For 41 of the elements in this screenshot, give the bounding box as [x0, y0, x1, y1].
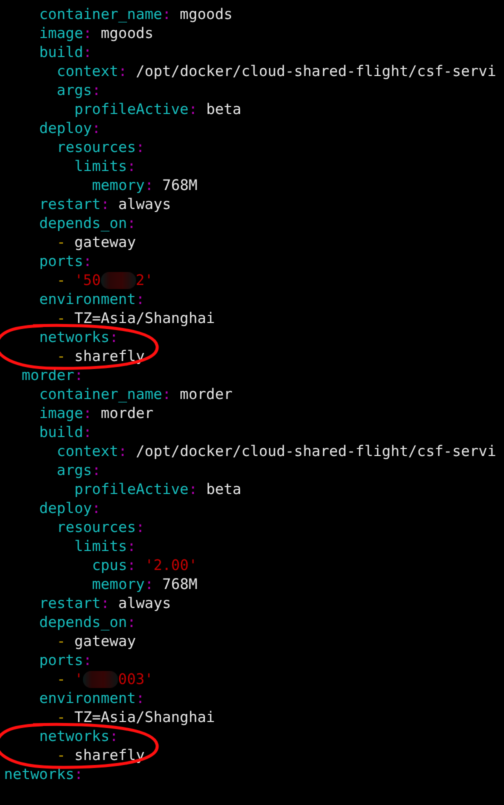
code-line: limits: — [74, 537, 136, 556]
code-line: depends_on: — [39, 613, 136, 632]
code-line: - TZ=Asia/Shanghai — [56, 309, 215, 328]
code-line: image: morder — [39, 404, 154, 423]
code-line: context: /opt/docker/cloud-shared-flight/csf-servi — [56, 442, 496, 461]
code-line: environment: — [39, 689, 145, 708]
code-line: resources: — [56, 518, 145, 537]
code-line: memory: 768M — [92, 176, 198, 195]
code-line: restart: always — [39, 195, 172, 214]
code-line: build: — [39, 423, 92, 442]
code-line: memory: 768M — [92, 575, 198, 594]
code-line: environment: — [39, 290, 145, 309]
code-line: networks: — [39, 328, 118, 347]
code-line: deploy: — [39, 499, 101, 518]
code-line: - sharefly — [56, 347, 145, 366]
code-line: args: — [56, 461, 101, 480]
code-line: context: /opt/docker/cloud-shared-flight/csf-servi — [56, 62, 496, 81]
code-line: limits: — [74, 157, 136, 176]
code-line: profileActive: beta — [74, 100, 242, 119]
code-line: build: — [39, 43, 92, 62]
code-line: ports: — [39, 252, 92, 271]
code-line: container_name: morder — [39, 385, 233, 404]
code-line: deploy: — [39, 119, 101, 138]
code-line: resources: — [56, 138, 145, 157]
code-line: - '50 2' — [56, 271, 154, 290]
code-line: - gateway — [56, 632, 136, 651]
code-line: - TZ=Asia/Shanghai — [56, 708, 215, 727]
code-line: morder: — [22, 366, 84, 385]
code-line: ports: — [39, 651, 92, 670]
code-line: args: — [56, 81, 101, 100]
code-line: - gateway — [56, 233, 136, 252]
code-line: image: mgoods — [39, 24, 154, 43]
code-line: profileActive: beta — [74, 480, 242, 499]
code-line: networks: — [4, 765, 84, 784]
code-line: restart: always — [39, 594, 172, 613]
code-line: container_name: mgoods — [39, 5, 233, 24]
code-line: depends_on: — [39, 214, 136, 233]
code-line: - ' 003' — [56, 670, 154, 689]
code-line: cpus: '2.00' — [92, 556, 198, 575]
code-line: networks: — [39, 727, 118, 746]
code-line: - sharefly — [56, 746, 145, 765]
